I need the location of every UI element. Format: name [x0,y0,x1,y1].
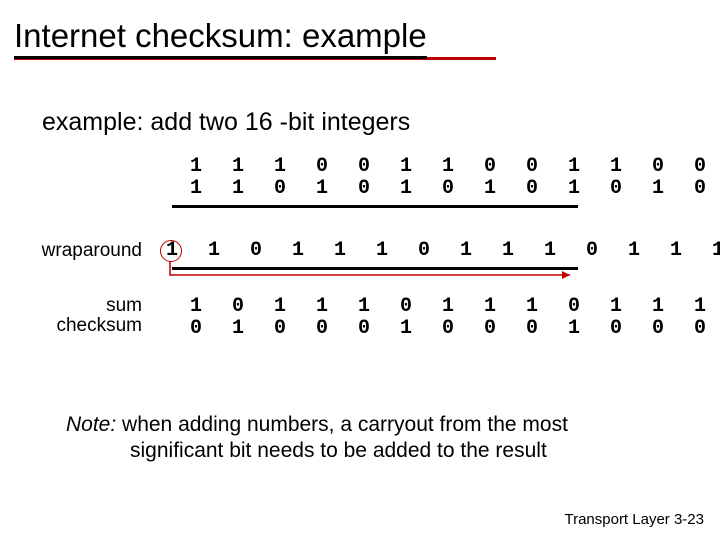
title-block: Internet checksum: example [0,0,720,60]
slide-title: Internet checksum: example [14,18,427,59]
note-prefix: Note: [66,413,116,436]
note-line1: when adding numbers, a carryout from the… [116,413,568,436]
note-line2: significant bit needs to be added to the… [66,438,666,464]
divider-line-1 [172,205,578,208]
sum-bits: 1 0 1 1 1 0 1 1 1 0 1 1 1 1 0 0 [190,295,720,318]
footer-page: 3-23 [674,511,704,528]
operand-b-bits: 1 1 0 1 0 1 0 1 0 1 0 1 0 1 0 1 [190,177,720,200]
footnote: Note: when adding numbers, a carryout fr… [66,412,666,465]
operand-a-bits: 1 1 1 0 0 1 1 0 0 1 1 0 0 1 1 0 [190,155,720,178]
slide-footer: Transport Layer 3-23 [564,511,704,528]
label-checksum: checksum [32,315,142,337]
slide-subtitle: example: add two 16 -bit integers [0,60,720,155]
footer-section: Transport Layer [564,511,669,528]
divider-line-2 [172,267,578,270]
checksum-bits: 0 1 0 0 0 1 0 0 0 1 0 0 0 0 1 1 [190,317,720,340]
wraparound-bits: 1 1 0 1 1 1 0 1 1 1 0 1 1 1 0 1 1 [166,239,720,262]
label-sum: sum [32,295,142,317]
label-wraparound: wraparound [32,240,142,262]
